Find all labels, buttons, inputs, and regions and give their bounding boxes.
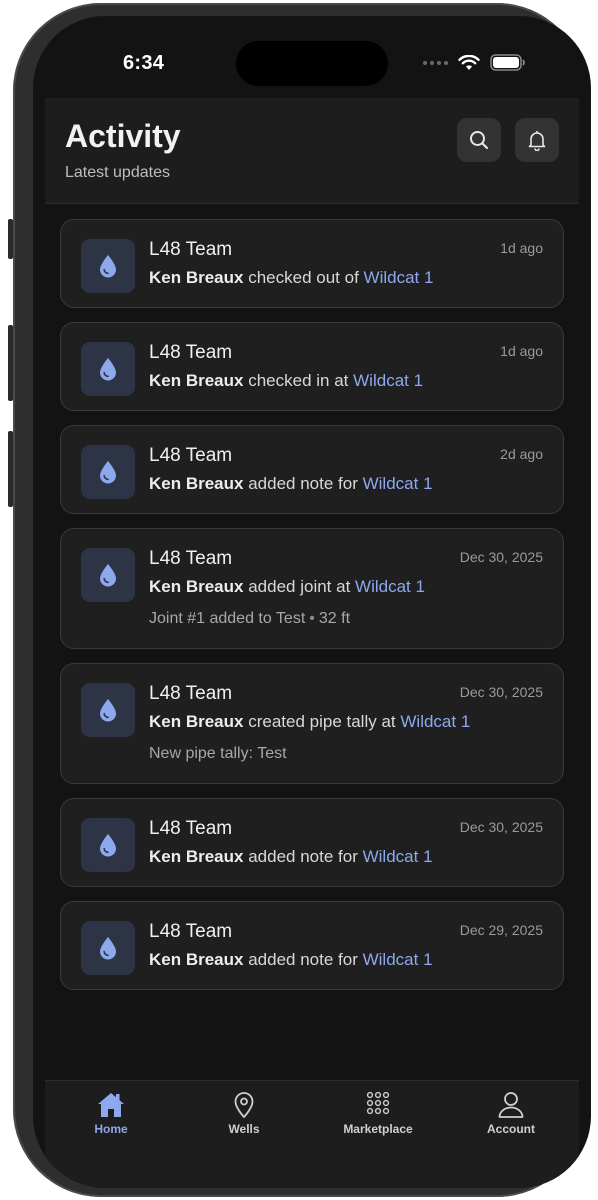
activity-time: 2d ago — [500, 446, 543, 462]
activity-time: Dec 30, 2025 — [459, 684, 543, 700]
page-subtitle: Latest updates — [65, 164, 170, 181]
team-avatar — [81, 921, 135, 975]
activity-action: added note for — [248, 847, 358, 866]
well-link[interactable]: Wildcat 1 — [363, 474, 433, 493]
team-name: L48 Team — [149, 239, 233, 260]
cellular-signal-icon — [423, 60, 448, 65]
home-icon — [98, 1093, 124, 1117]
activity-detail: New pipe tally: Test — [149, 743, 543, 765]
team-name: L48 Team — [149, 445, 233, 466]
actor-name[interactable]: Ken Breaux — [149, 712, 243, 731]
map-pin-icon — [234, 1092, 254, 1119]
activity-card[interactable]: L48 Team 1d ago Ken Breaux checked out o… — [60, 219, 564, 308]
actor-name[interactable]: Ken Breaux — [149, 950, 243, 969]
activity-action: checked in at — [248, 371, 349, 390]
phone-frame: 6:34 Activity Latest updates L48 Team 1d… — [8, 3, 591, 1197]
well-link[interactable]: Wildcat 1 — [363, 950, 433, 969]
team-avatar — [81, 445, 135, 499]
actor-name[interactable]: Ken Breaux — [149, 371, 243, 390]
battery-icon — [490, 54, 525, 71]
water-drop-icon — [100, 699, 116, 722]
activity-time: 1d ago — [500, 240, 543, 256]
activity-time: Dec 29, 2025 — [459, 922, 543, 938]
detail-text: Joint #1 added to Test — [149, 610, 306, 627]
team-name: L48 Team — [149, 342, 233, 363]
screen: 6:34 Activity Latest updates L48 Team 1d… — [33, 16, 591, 1188]
search-icon — [470, 131, 489, 150]
status-icons — [423, 54, 526, 71]
activity-card[interactable]: L48 Team 1d ago Ken Breaux checked in at… — [60, 322, 564, 411]
dynamic-island — [236, 41, 388, 86]
bell-icon — [528, 130, 546, 151]
detail-length: 32 ft — [318, 610, 351, 627]
activity-card[interactable]: L48 Team Dec 30, 2025 Ken Breaux added n… — [60, 798, 564, 887]
activity-card[interactable]: L48 Team Dec 30, 2025 Ken Breaux created… — [60, 663, 564, 784]
page-title: Activity — [65, 118, 181, 154]
well-link[interactable]: Wildcat 1 — [353, 371, 423, 390]
activity-summary: Ken Breaux added note for Wildcat 1 — [149, 473, 543, 495]
water-drop-icon — [100, 834, 116, 857]
activity-action: added note for — [248, 950, 358, 969]
water-drop-icon — [100, 937, 116, 960]
page-header: Activity Latest updates — [45, 98, 579, 204]
tab-marketplace[interactable]: Marketplace — [328, 1091, 428, 1136]
tab-bar: Home Wells Marketplace Account — [45, 1080, 579, 1188]
user-icon — [498, 1092, 524, 1118]
actor-name[interactable]: Ken Breaux — [149, 268, 243, 287]
activity-summary: Ken Breaux added note for Wildcat 1 — [149, 949, 543, 971]
tab-label: Marketplace — [343, 1122, 413, 1136]
water-drop-icon — [100, 358, 116, 381]
activity-summary: Ken Breaux checked in at Wildcat 1 — [149, 370, 543, 392]
activity-summary: Ken Breaux added joint at Wildcat 1 — [149, 576, 543, 598]
search-button[interactable] — [457, 118, 501, 162]
activity-card[interactable]: L48 Team Dec 29, 2025 Ken Breaux added n… — [60, 901, 564, 990]
activity-detail: Joint #1 added to Test • 32 ft — [149, 608, 543, 630]
tab-home[interactable]: Home — [61, 1091, 161, 1136]
well-link[interactable]: Wildcat 1 — [355, 577, 425, 596]
activity-summary: Ken Breaux created pipe tally at Wildcat… — [149, 711, 543, 733]
tab-label: Account — [487, 1122, 535, 1136]
activity-action: created pipe tally at — [248, 712, 396, 731]
bullet-separator: • — [309, 610, 315, 627]
wifi-icon — [458, 54, 480, 70]
notifications-button[interactable] — [515, 118, 559, 162]
tab-account[interactable]: Account — [461, 1091, 561, 1136]
well-link[interactable]: Wildcat 1 — [363, 847, 433, 866]
actor-name[interactable]: Ken Breaux — [149, 577, 243, 596]
status-bar: 6:34 — [33, 16, 591, 96]
activity-summary: Ken Breaux added note for Wildcat 1 — [149, 846, 543, 868]
tab-label: Wells — [228, 1122, 260, 1136]
activity-time: Dec 30, 2025 — [459, 819, 543, 835]
well-link[interactable]: Wildcat 1 — [364, 268, 434, 287]
team-avatar — [81, 683, 135, 737]
activity-action: added joint at — [248, 577, 351, 596]
water-drop-icon — [100, 564, 116, 587]
team-avatar — [81, 818, 135, 872]
activity-card[interactable]: L48 Team 2d ago Ken Breaux added note fo… — [60, 425, 564, 514]
activity-action: checked out of — [248, 268, 359, 287]
detail-text: New pipe tally: Test — [149, 745, 287, 762]
activity-summary: Ken Breaux checked out of Wildcat 1 — [149, 267, 543, 289]
volume-down-button — [8, 431, 13, 507]
well-link[interactable]: Wildcat 1 — [400, 712, 470, 731]
activity-feed: L48 Team 1d ago Ken Breaux checked out o… — [60, 219, 564, 1004]
team-avatar — [81, 239, 135, 293]
activity-action: added note for — [248, 474, 358, 493]
volume-up-button — [8, 325, 13, 401]
actor-name[interactable]: Ken Breaux — [149, 847, 243, 866]
status-time: 6:34 — [123, 52, 165, 74]
team-avatar — [81, 548, 135, 602]
actor-name[interactable]: Ken Breaux — [149, 474, 243, 493]
activity-card[interactable]: L48 Team Dec 30, 2025 Ken Breaux added j… — [60, 528, 564, 649]
action-button — [8, 219, 13, 259]
activity-time: Dec 30, 2025 — [459, 549, 543, 565]
water-drop-icon — [100, 255, 116, 278]
grid-icon — [366, 1091, 390, 1115]
team-avatar — [81, 342, 135, 396]
tab-label: Home — [94, 1122, 128, 1136]
water-drop-icon — [100, 461, 116, 484]
tab-wells[interactable]: Wells — [194, 1091, 294, 1136]
activity-time: 1d ago — [500, 343, 543, 359]
